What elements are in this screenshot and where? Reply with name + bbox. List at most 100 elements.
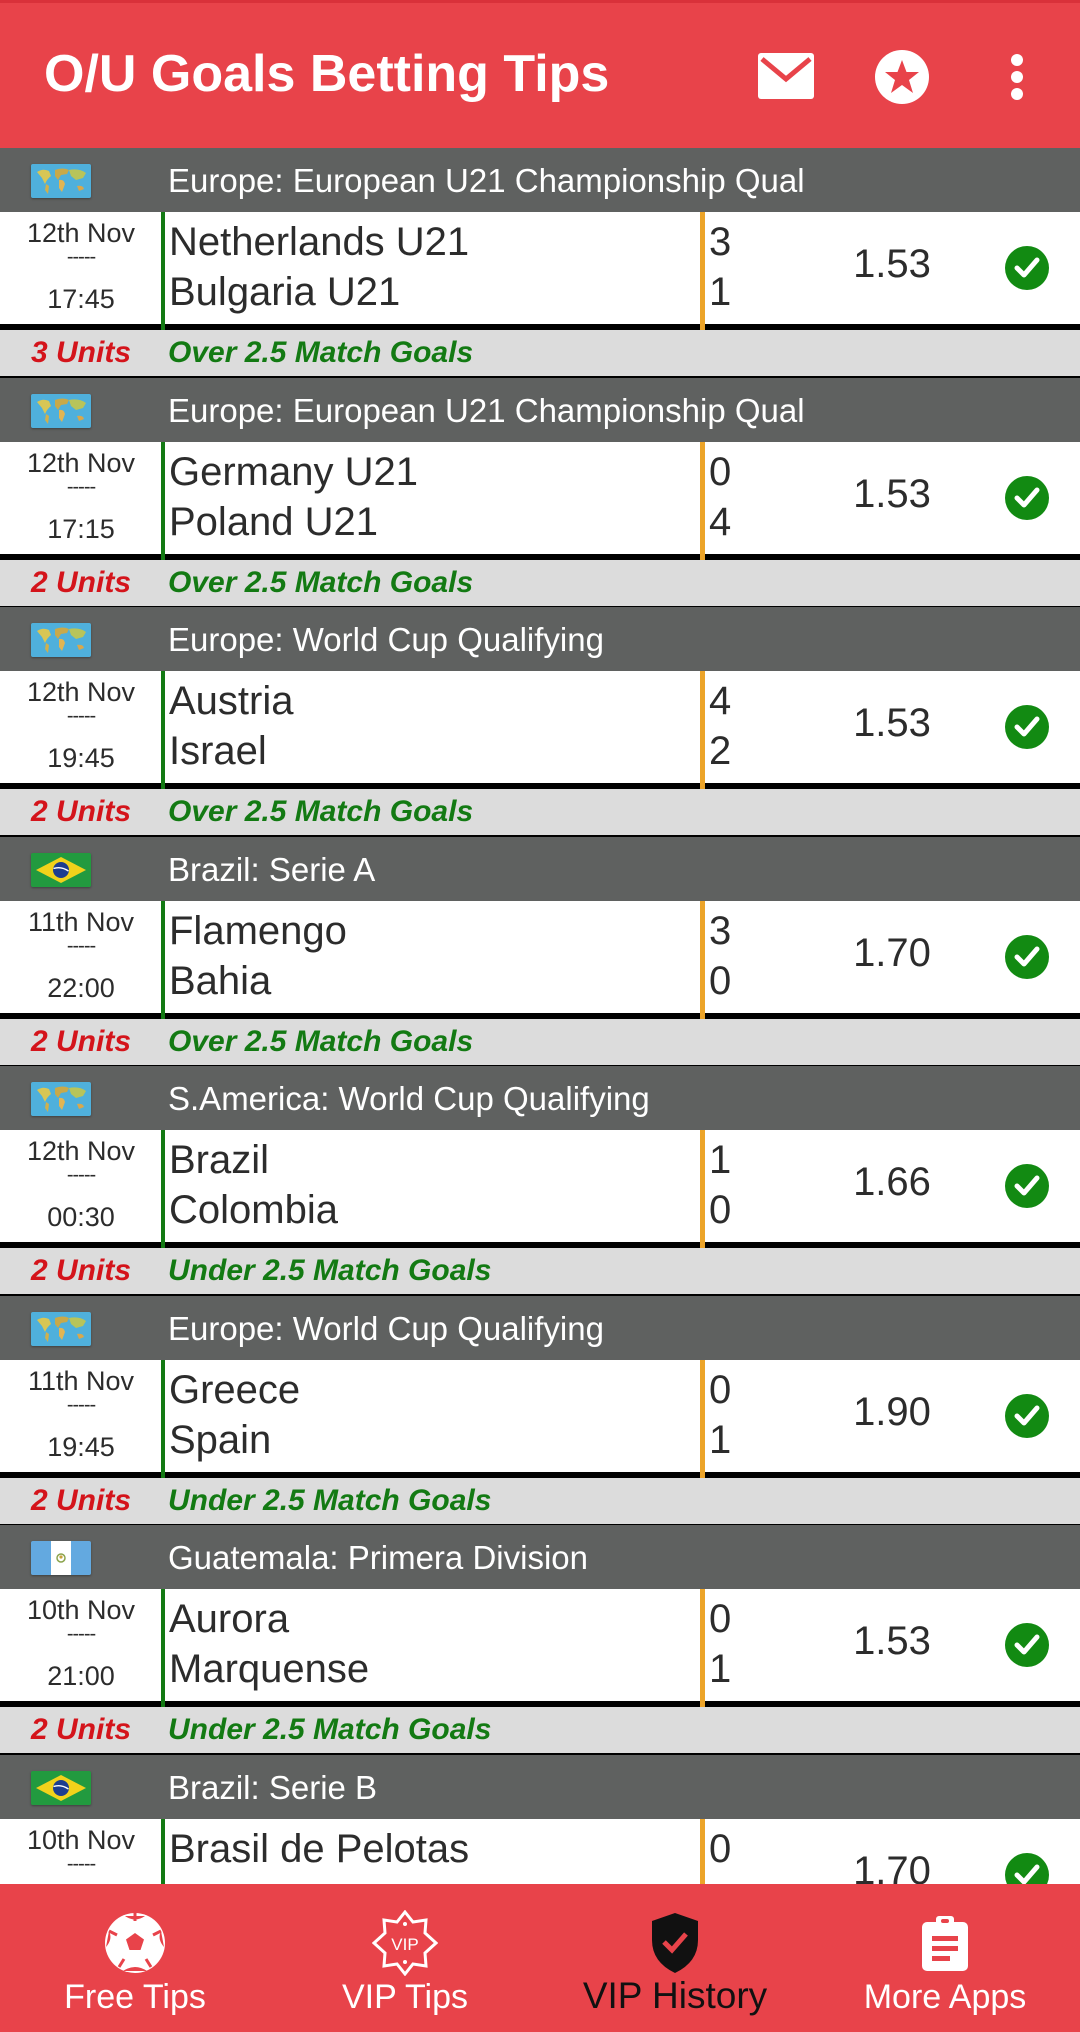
away-score: 0: [709, 1188, 732, 1232]
home-score: 0: [709, 1597, 732, 1641]
odds: 1.53: [853, 701, 931, 745]
away-team: Colombia: [169, 1188, 338, 1232]
match-datetime: 12th Nov ----- 19:45: [0, 671, 162, 783]
match-date: 12th Nov: [26, 1136, 136, 1166]
match-card[interactable]: Europe: European U21 Championship Qual 1…: [0, 377, 1080, 615]
match-row: 10th Nov ----- Brasil de Pelotas 0 1.70: [0, 1818, 1080, 1885]
away-team: Poland U21: [169, 499, 379, 544]
win-check-icon: [1005, 1164, 1049, 1208]
league-name: Europe: European U21 Championship Qual: [168, 391, 805, 429]
svg-text:VIP: VIP: [391, 1935, 418, 1954]
divider-orange: [700, 900, 705, 1019]
odds: 1.70: [853, 1848, 931, 1885]
tip-row: 2 Units Over 2.5 Match Goals: [0, 559, 1080, 606]
bottom-navigation: Free Tips VIP VIP Tips VIP History More …: [0, 1884, 1080, 2032]
home-team: Flamengo: [169, 908, 347, 953]
league-name: S.America: World Cup Qualifying: [168, 1080, 650, 1117]
nav-label: Free Tips: [64, 1978, 206, 2016]
tip-row: 2 Units Under 2.5 Match Goals: [0, 1707, 1080, 1753]
odds: 1.53: [853, 242, 931, 286]
datetime-separator: -----: [66, 475, 96, 498]
tip-pick: Over 2.5 Match Goals: [168, 1024, 474, 1058]
world-flag-icon: [31, 1082, 91, 1116]
match-card[interactable]: Europe: World Cup Qualifying 12th Nov --…: [0, 607, 1080, 845]
more-vert-icon: [1011, 54, 1023, 100]
league-header: Europe: European U21 Championship Qual: [0, 377, 1080, 442]
home-team: Brazil: [169, 1138, 270, 1182]
away-score: 1: [709, 1647, 732, 1691]
tip-pick: Under 2.5 Match Goals: [168, 1713, 492, 1746]
win-check-icon: [1005, 934, 1049, 979]
teams: Austria Israel: [169, 671, 699, 783]
match-time: 17:15: [47, 513, 115, 544]
match-datetime: 12th Nov ----- 00:30: [0, 1130, 162, 1242]
nav-label: VIP Tips: [342, 1978, 468, 2016]
teams: Aurora Marquense: [169, 1589, 699, 1701]
more-options-button[interactable]: [1002, 49, 1032, 105]
home-team: Austria: [169, 679, 294, 723]
match-date: 10th Nov: [26, 1824, 136, 1855]
match-card[interactable]: Europe: European U21 Championship Qual 1…: [0, 148, 1080, 386]
star-icon: [875, 50, 929, 104]
stake-units: 2 Units: [30, 1254, 132, 1287]
home-team: Netherlands U21: [169, 220, 470, 264]
nav-more-apps[interactable]: More Apps: [810, 1884, 1080, 2032]
match-card[interactable]: Guatemala: Primera Division 10th Nov ---…: [0, 1525, 1080, 1763]
home-score: 0: [709, 1367, 732, 1412]
nav-vip-history[interactable]: VIP History: [540, 1884, 810, 2032]
away-team: Bahia: [169, 958, 272, 1003]
nav-free-tips[interactable]: Free Tips: [0, 1884, 270, 2032]
match-card[interactable]: Brazil: Serie A 11th Nov ----- 22:00 Fla…: [0, 836, 1080, 1074]
rate-button[interactable]: [874, 49, 930, 105]
league-header: Guatemala: Primera Division: [0, 1525, 1080, 1589]
shield-check-icon: [640, 1910, 710, 1976]
match-row: 12th Nov ----- 17:45 Netherlands U21 Bul…: [0, 212, 1080, 330]
league-name: Europe: European U21 Championship Qual: [168, 162, 805, 199]
divider-green: [161, 1359, 165, 1478]
away-score: 1: [709, 1417, 732, 1462]
mail-button[interactable]: [758, 51, 814, 101]
away-team: Israel: [169, 729, 267, 773]
divider-orange: [700, 671, 705, 789]
home-score: 0: [709, 449, 732, 494]
vip-badge-icon: VIP: [370, 1910, 440, 1976]
match-time: 21:00: [47, 1661, 115, 1691]
vip-history-list[interactable]: Europe: European U21 Championship Qual 1…: [0, 148, 1080, 1884]
datetime-separator: -----: [66, 1164, 96, 1186]
match-card[interactable]: Europe: World Cup Qualifying 11th Nov --…: [0, 1295, 1080, 1533]
match-datetime: 10th Nov ----- 21:00: [0, 1589, 162, 1701]
away-team: Bulgaria U21: [169, 270, 401, 314]
win-check-icon: [1005, 1623, 1049, 1667]
home-team: Germany U21: [169, 449, 418, 494]
match-card[interactable]: S.America: World Cup Qualifying 12th Nov…: [0, 1066, 1080, 1304]
divider-orange: [700, 441, 705, 560]
league-name: Europe: World Cup Qualifying: [168, 621, 604, 658]
datetime-separator: -----: [66, 1393, 96, 1416]
datetime-separator: -----: [66, 934, 96, 957]
league-header: Brazil: Serie B: [0, 1754, 1080, 1819]
match-date: 11th Nov: [27, 906, 135, 937]
league-header: Brazil: Serie A: [0, 836, 1080, 901]
match-date: 12th Nov: [26, 218, 136, 248]
odds: 1.90: [853, 1389, 931, 1434]
app-title: O/U Goals Betting Tips: [44, 44, 610, 103]
league-name: Brazil: Serie B: [168, 1768, 378, 1806]
home-score: 4: [709, 679, 732, 723]
datetime-separator: -----: [66, 1623, 96, 1645]
match-card[interactable]: Brazil: Serie B 10th Nov ----- Brasil de…: [0, 1754, 1080, 1885]
clipboard-icon: [910, 1910, 980, 1976]
divider-green: [161, 1130, 165, 1248]
tip-row: 2 Units Under 2.5 Match Goals: [0, 1248, 1080, 1294]
home-score: 3: [709, 220, 732, 264]
match-row: 11th Nov ----- 19:45 Greece Spain 0 1 1.…: [0, 1359, 1080, 1478]
nav-vip-tips[interactable]: VIP VIP Tips: [270, 1884, 540, 2032]
divider-orange: [700, 1130, 705, 1248]
divider-green: [161, 671, 165, 789]
odds: 1.53: [853, 1619, 931, 1663]
tip-pick: Over 2.5 Match Goals: [168, 336, 474, 369]
divider-green: [161, 441, 165, 560]
home-team: Brasil de Pelotas: [169, 1826, 470, 1871]
league-header: Europe: European U21 Championship Qual: [0, 148, 1080, 212]
match-date: 12th Nov: [26, 677, 136, 707]
app-bar: O/U Goals Betting Tips: [0, 0, 1080, 148]
